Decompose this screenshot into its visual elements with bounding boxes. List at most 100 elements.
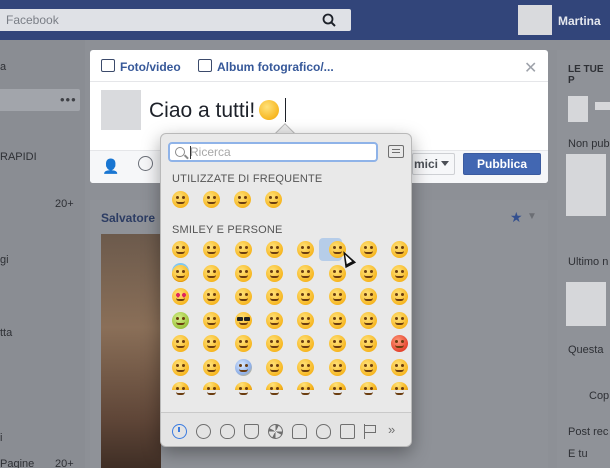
tab-photo-album[interactable]: Album fotografico/... — [217, 60, 334, 74]
smiley-icon[interactable] — [138, 156, 153, 171]
grinning-face-big-eyes-emoji-icon[interactable] — [203, 241, 221, 258]
search-box[interactable]: Facebook — [0, 9, 351, 31]
upside-down-face-emoji-icon[interactable] — [297, 264, 315, 282]
post-photo[interactable] — [101, 234, 161, 468]
post-author[interactable]: Salvatore — [101, 211, 155, 225]
face-blowing-kiss-emoji-icon[interactable] — [203, 288, 221, 305]
smirking-face-emoji-icon[interactable] — [297, 311, 315, 329]
smiling-face-emoji-icon[interactable] — [328, 264, 346, 282]
slightly-smiling-face-emoji-icon[interactable] — [265, 264, 283, 282]
chevron-down-icon[interactable]: ▼ — [527, 211, 537, 222]
face-with-tongue-emoji-icon[interactable] — [391, 288, 409, 305]
grinning-face-smiling-eyes-emoji-icon[interactable] — [265, 191, 282, 208]
smiling-face-open-mouth-emoji-icon[interactable] — [297, 241, 315, 258]
hushed-face-emoji-icon[interactable] — [328, 358, 346, 376]
search-icon[interactable] — [314, 12, 344, 28]
objects-icon[interactable] — [316, 424, 331, 439]
character-viewer-icon[interactable] — [388, 145, 404, 158]
right-item-link[interactable]: E tu — [568, 448, 588, 460]
face-blowing-kiss-emoji-icon[interactable] — [203, 191, 220, 208]
fearful-face-emoji-icon[interactable] — [265, 358, 283, 376]
sidebar-section-label: RAPIDI — [0, 151, 37, 163]
sidebar-item-label[interactable]: i — [0, 432, 2, 444]
relieved-face-emoji-icon[interactable] — [391, 264, 409, 282]
face-partial-emoji-icon[interactable] — [172, 382, 189, 395]
flag-icon[interactable] — [364, 424, 379, 439]
tab-photo-video[interactable]: Foto/video — [120, 60, 181, 74]
more-icon[interactable]: » — [388, 422, 403, 437]
page-thumbnail[interactable] — [568, 96, 588, 122]
kissing-closed-eyes-emoji-icon[interactable] — [297, 288, 315, 305]
face-partial-emoji-icon[interactable] — [328, 382, 346, 395]
yum-face-emoji-icon[interactable] — [359, 264, 377, 282]
sidebar-item-label[interactable]: tta — [0, 327, 12, 339]
more-options-icon[interactable]: ••• — [60, 92, 77, 107]
page-preview[interactable] — [566, 282, 606, 326]
smiling-face-halo-emoji-icon[interactable] — [172, 264, 189, 282]
sidebar-item-label[interactable]: gi — [0, 254, 9, 266]
winking-tongue-emoji-icon[interactable] — [328, 288, 346, 305]
face-with-tears-of-joy-emoji-icon[interactable] — [234, 191, 251, 208]
face-partial-emoji-icon[interactable] — [391, 382, 409, 395]
grinning-face-smiling-eyes-emoji-icon[interactable] — [234, 241, 252, 258]
confounded-face-emoji-icon[interactable] — [328, 335, 346, 352]
star-icon[interactable]: ★ — [510, 209, 523, 226]
confused-face-emoji-icon[interactable] — [203, 335, 221, 352]
money-mouth-face-emoji-icon[interactable] — [172, 311, 189, 329]
face-with-tears-of-joy-emoji-icon[interactable] — [265, 241, 283, 258]
face-partial-emoji-icon[interactable] — [297, 382, 315, 395]
squinting-face-emoji-icon[interactable] — [391, 241, 409, 258]
travel-icon[interactable] — [292, 424, 307, 439]
page-preview[interactable] — [566, 154, 606, 216]
neutral-face-emoji-icon[interactable] — [391, 311, 409, 329]
weary-face-emoji-icon[interactable] — [391, 358, 409, 376]
face-partial-emoji-icon[interactable] — [265, 382, 283, 395]
symbols-icon[interactable] — [340, 424, 355, 439]
crying-face-emoji-icon[interactable] — [359, 358, 377, 376]
smiling-face-smiling-eyes-emoji-icon[interactable] — [234, 264, 252, 282]
triumph-face-emoji-icon[interactable] — [172, 358, 189, 376]
post-text-input[interactable]: Ciao a tutti! — [149, 98, 287, 123]
publish-button[interactable]: Pubblica — [463, 153, 541, 175]
screaming-face-emoji-icon[interactable] — [234, 358, 252, 376]
sidebar-item-label[interactable]: Pagine — [0, 458, 34, 468]
hugging-face-emoji-icon[interactable] — [265, 311, 283, 329]
nerd-face-emoji-icon[interactable] — [203, 311, 221, 329]
heart-eyes-face-emoji-icon[interactable] — [172, 288, 189, 305]
unamused-face-emoji-icon[interactable] — [328, 311, 346, 329]
face-partial-emoji-icon[interactable] — [359, 382, 377, 395]
grinning-face-emoji-icon[interactable] — [172, 241, 189, 258]
activity-icon[interactable] — [268, 424, 283, 439]
grinning-face-sweat-emoji-icon[interactable] — [359, 241, 377, 258]
kissing-face-smiling-eyes-emoji-icon[interactable] — [265, 288, 283, 305]
expressionless-face-emoji-icon[interactable] — [359, 311, 377, 329]
right-item-link[interactable]: Cop — [589, 390, 609, 402]
face-partial-emoji-icon[interactable] — [203, 382, 221, 395]
profile-name-link[interactable]: Martina — [558, 14, 601, 28]
close-icon[interactable]: ✕ — [524, 61, 537, 77]
winking-face-emoji-icon[interactable] — [203, 264, 221, 282]
anxious-face-emoji-icon[interactable] — [297, 358, 315, 376]
page-thumbnail[interactable] — [595, 102, 610, 110]
squinting-tongue-emoji-icon[interactable] — [359, 288, 377, 305]
pensive-face-emoji-icon[interactable] — [172, 335, 189, 352]
grinning-face-emoji-icon[interactable] — [172, 191, 189, 208]
persevering-face-emoji-icon[interactable] — [297, 335, 315, 352]
slightly-frowning-face-emoji-icon[interactable] — [234, 335, 252, 352]
open-mouth-face-emoji-icon[interactable] — [203, 358, 221, 376]
recent-icon[interactable] — [172, 424, 187, 439]
smiley-icon[interactable] — [196, 424, 211, 439]
food-icon[interactable] — [244, 424, 259, 439]
pouting-face-emoji-icon[interactable] — [391, 335, 409, 352]
profile-avatar[interactable] — [518, 5, 552, 35]
disappointed-face-emoji-icon[interactable] — [359, 335, 377, 352]
sidebar-item-label[interactable]: a — [0, 61, 6, 73]
face-partial-emoji-icon[interactable] — [234, 382, 252, 395]
emoji-search-box[interactable] — [168, 142, 378, 162]
emoji-search-input[interactable] — [190, 145, 370, 159]
sunglasses-face-emoji-icon[interactable] — [234, 311, 252, 329]
animal-icon[interactable] — [220, 424, 235, 439]
tag-friends-icon[interactable]: 👤 — [102, 158, 119, 175]
kissing-face-emoji-icon[interactable] — [234, 288, 252, 305]
frowning-face-emoji-icon[interactable] — [265, 335, 283, 352]
